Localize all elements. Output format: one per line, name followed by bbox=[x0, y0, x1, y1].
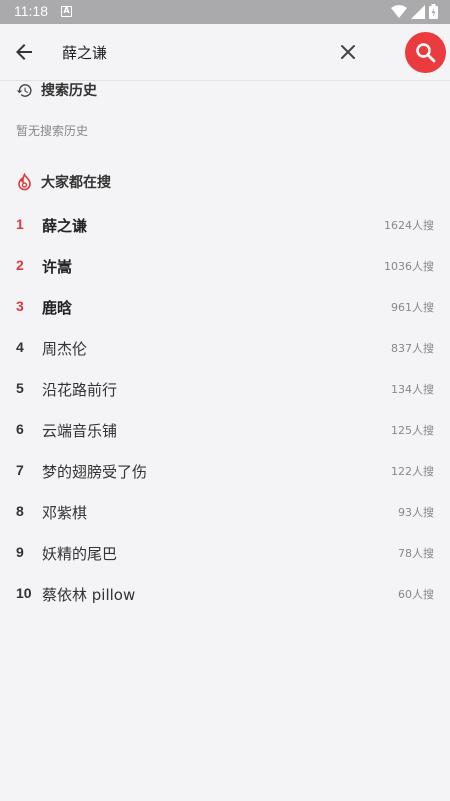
search-term: 沿花路前行 bbox=[42, 381, 118, 399]
hot-search-list: 1 薛之谦 1624人搜 2 许嵩 1036人搜 3 鹿晗 961人搜 4 周杰… bbox=[0, 205, 450, 615]
close-icon bbox=[341, 45, 355, 59]
search-count: 122人搜 bbox=[391, 465, 434, 478]
search-toolbar bbox=[0, 24, 450, 81]
history-header: 搜索历史 bbox=[16, 80, 97, 100]
arrow-left-icon bbox=[16, 44, 32, 60]
status-time: 11:18 bbox=[14, 3, 48, 19]
rank-number: 7 bbox=[16, 462, 24, 478]
search-count: 837人搜 bbox=[391, 342, 434, 355]
hot-search-item[interactable]: 5 沿花路前行 134人搜 bbox=[0, 369, 450, 410]
wifi-icon bbox=[391, 4, 407, 18]
search-term: 梦的翅膀受了伤 bbox=[42, 463, 148, 481]
search-input[interactable] bbox=[62, 40, 322, 64]
search-term: 邓紫棋 bbox=[42, 504, 88, 522]
search-term: 鹿晗 bbox=[42, 299, 73, 317]
notification-icon: A bbox=[61, 6, 72, 17]
hot-search-item[interactable]: 10 蔡依林 pillow 60人搜 bbox=[0, 574, 450, 615]
hot-search-item[interactable]: 1 薛之谦 1624人搜 bbox=[0, 205, 450, 246]
hot-search-header: 大家都在搜 bbox=[16, 172, 111, 192]
search-count: 1624人搜 bbox=[384, 219, 434, 232]
rank-number: 9 bbox=[16, 544, 24, 560]
search-term: 云端音乐铺 bbox=[42, 422, 118, 440]
history-icon bbox=[16, 83, 32, 97]
search-count: 60人搜 bbox=[398, 588, 434, 601]
rank-number: 3 bbox=[16, 298, 24, 314]
history-empty-text: 暂无搜索历史 bbox=[16, 124, 89, 138]
fire-icon bbox=[18, 173, 31, 191]
search-term: 妖精的尾巴 bbox=[42, 545, 118, 563]
hot-search-item[interactable]: 7 梦的翅膀受了伤 122人搜 bbox=[0, 451, 450, 492]
hot-search-item[interactable]: 8 邓紫棋 93人搜 bbox=[0, 492, 450, 533]
search-count: 961人搜 bbox=[391, 301, 434, 314]
history-title: 搜索历史 bbox=[41, 83, 97, 99]
hot-search-item[interactable]: 9 妖精的尾巴 78人搜 bbox=[0, 533, 450, 574]
back-button[interactable] bbox=[12, 40, 36, 64]
rank-number: 2 bbox=[16, 257, 24, 273]
search-term: 许嵩 bbox=[42, 258, 73, 276]
rank-number: 5 bbox=[16, 380, 24, 396]
rank-number: 6 bbox=[16, 421, 24, 437]
rank-number: 8 bbox=[16, 503, 24, 519]
hot-search-item[interactable]: 6 云端音乐铺 125人搜 bbox=[0, 410, 450, 451]
status-bar: 11:18 A bbox=[0, 0, 450, 24]
hot-search-item[interactable]: 4 周杰伦 837人搜 bbox=[0, 328, 450, 369]
rank-number: 4 bbox=[16, 339, 24, 355]
search-count: 134人搜 bbox=[391, 383, 434, 396]
status-icons bbox=[391, 4, 438, 19]
hot-search-item[interactable]: 3 鹿晗 961人搜 bbox=[0, 287, 450, 328]
battery-icon bbox=[429, 4, 438, 19]
search-term: 蔡依林 pillow bbox=[42, 586, 136, 604]
search-icon bbox=[416, 43, 436, 63]
hot-search-title: 大家都在搜 bbox=[41, 175, 111, 191]
hot-search-item[interactable]: 2 许嵩 1036人搜 bbox=[0, 246, 450, 287]
search-count: 1036人搜 bbox=[384, 260, 434, 273]
search-term: 周杰伦 bbox=[42, 340, 88, 358]
rank-number: 10 bbox=[16, 585, 32, 601]
rank-number: 1 bbox=[16, 216, 24, 232]
search-term: 薛之谦 bbox=[42, 217, 88, 235]
search-button[interactable] bbox=[405, 32, 446, 73]
clear-button[interactable] bbox=[338, 42, 358, 62]
search-count: 125人搜 bbox=[391, 424, 434, 437]
search-count: 78人搜 bbox=[398, 547, 434, 560]
search-count: 93人搜 bbox=[398, 506, 434, 519]
signal-icon bbox=[411, 4, 425, 19]
